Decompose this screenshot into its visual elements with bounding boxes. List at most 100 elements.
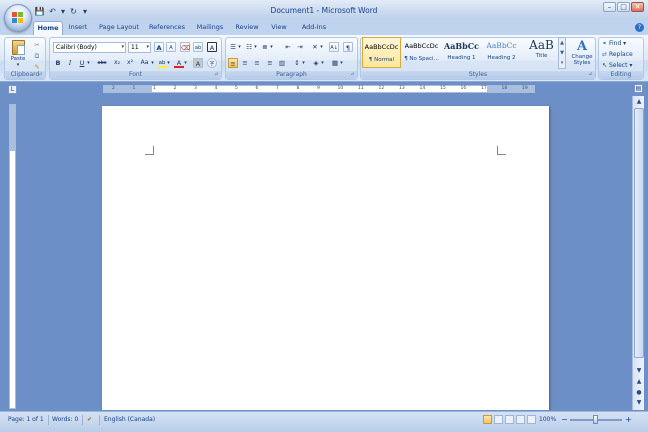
clipboard-group: Paste ▾ ✂ ⧉ ✎ Clipboard ⊿ bbox=[4, 37, 46, 80]
horizontal-ruler[interactable]: 2 1 1 2 3 4 5 6 7 8 9 10 11 12 13 14 15 16 17 18 19 bbox=[103, 85, 535, 93]
gallery-up-icon[interactable]: ▲ bbox=[559, 38, 565, 48]
help-icon[interactable]: ? bbox=[635, 23, 644, 32]
status-separator bbox=[99, 415, 100, 425]
replace-button[interactable]: ⇄ Replace bbox=[602, 51, 633, 58]
bullets-dropdown-icon[interactable]: ▾ bbox=[237, 42, 242, 52]
full-screen-reading-button[interactable] bbox=[494, 415, 503, 424]
center-button[interactable]: ≡ bbox=[240, 58, 250, 68]
asian-layout-dropdown-icon[interactable]: ▾ bbox=[319, 42, 324, 52]
scroll-up-icon[interactable]: ▲ bbox=[634, 97, 644, 107]
increase-indent-button[interactable]: ⇥ bbox=[295, 42, 305, 52]
paragraph-launcher-icon[interactable]: ⊿ bbox=[350, 72, 356, 78]
page-count[interactable]: Page: 1 of 1 bbox=[8, 416, 44, 423]
style-heading-2[interactable]: AaBbCc Heading 2 bbox=[482, 37, 521, 68]
font-size-select[interactable]: 11 ▾ bbox=[128, 42, 151, 53]
font-launcher-icon[interactable]: ⊿ bbox=[214, 72, 220, 78]
draft-view-button[interactable] bbox=[527, 415, 536, 424]
tab-insert[interactable]: Insert bbox=[64, 21, 92, 35]
styles-launcher-icon[interactable]: ⊿ bbox=[588, 72, 594, 78]
phonetic-guide-button[interactable]: ab bbox=[193, 42, 203, 52]
underline-dropdown-icon[interactable]: ▾ bbox=[86, 58, 91, 68]
grow-font-button[interactable]: A bbox=[154, 42, 164, 52]
vertical-ruler[interactable] bbox=[9, 104, 16, 409]
sort-button[interactable]: A↓ bbox=[329, 42, 339, 52]
shrink-font-button[interactable]: A bbox=[166, 42, 176, 52]
bold-button[interactable]: B bbox=[53, 58, 63, 68]
zoom-out-button[interactable]: − bbox=[561, 415, 568, 424]
paste-button[interactable]: Paste ▾ bbox=[8, 40, 28, 71]
shading-dropdown-icon[interactable]: ▾ bbox=[320, 58, 325, 68]
justify-button[interactable]: ≡ bbox=[265, 58, 275, 68]
ruler-tick-label: 1 bbox=[132, 86, 136, 91]
proofing-icon[interactable]: ✔ bbox=[87, 416, 92, 423]
tab-review[interactable]: Review bbox=[232, 21, 262, 35]
change-case-dropdown-icon[interactable]: ▾ bbox=[150, 58, 155, 68]
line-spacing-dropdown-icon[interactable]: ▾ bbox=[301, 58, 306, 68]
align-left-button[interactable]: ≡ bbox=[228, 58, 238, 68]
clipboard-launcher-icon[interactable]: ⊿ bbox=[38, 72, 44, 78]
highlight-dropdown-icon[interactable]: ▾ bbox=[166, 58, 171, 68]
view-ruler-icon[interactable]: ▤ bbox=[634, 84, 643, 93]
strikethrough-button[interactable]: abc bbox=[95, 58, 109, 68]
select-browse-object-icon[interactable]: ● bbox=[634, 388, 644, 398]
tab-page-layout[interactable]: Page Layout bbox=[96, 21, 142, 35]
status-separator bbox=[82, 415, 83, 425]
style-normal[interactable]: AaBbCcDc ¶ Normal bbox=[362, 37, 401, 68]
style-no-spacing[interactable]: AaBbCcDc ¶ No Spaci... bbox=[402, 37, 441, 68]
style-title[interactable]: AaB Title bbox=[522, 37, 561, 68]
next-page-icon[interactable]: ▼ bbox=[634, 398, 644, 408]
tab-home[interactable]: Home bbox=[33, 21, 63, 35]
tab-mailings[interactable]: Mailings bbox=[192, 21, 228, 35]
show-formatting-button[interactable]: ¶ bbox=[343, 42, 353, 52]
scroll-thumb[interactable] bbox=[634, 108, 644, 358]
previous-page-icon[interactable]: ▲ bbox=[634, 377, 644, 387]
zoom-level[interactable]: 100% bbox=[539, 416, 556, 423]
tab-add-ins[interactable]: Add-Ins bbox=[297, 21, 331, 35]
subscript-button[interactable]: x₂ bbox=[112, 58, 122, 68]
change-styles-button[interactable]: A Change Styles bbox=[569, 39, 595, 72]
close-button[interactable]: ✕ bbox=[631, 2, 644, 12]
ruler-tick-label: 11 bbox=[358, 86, 364, 91]
decrease-indent-button[interactable]: ⇤ bbox=[283, 42, 293, 52]
zoom-slider-thumb[interactable] bbox=[593, 415, 598, 424]
gallery-more-icon[interactable]: ▾ bbox=[559, 58, 565, 68]
tab-references[interactable]: References bbox=[146, 21, 188, 35]
language[interactable]: English (Canada) bbox=[104, 416, 155, 423]
print-layout-view-button[interactable] bbox=[483, 415, 492, 424]
zoom-in-button[interactable]: + bbox=[625, 415, 632, 424]
italic-button[interactable]: I bbox=[65, 58, 75, 68]
clear-formatting-button[interactable]: ⌫ bbox=[180, 42, 190, 52]
web-layout-button[interactable] bbox=[505, 415, 514, 424]
tab-view[interactable]: View bbox=[266, 21, 292, 35]
borders-dropdown-icon[interactable]: ▾ bbox=[339, 58, 344, 68]
superscript-button[interactable]: x² bbox=[125, 58, 135, 68]
distributed-button[interactable]: ▥ bbox=[277, 58, 287, 68]
vertical-scrollbar[interactable]: ▲ ▼ ▲ ● ▼ bbox=[632, 96, 644, 410]
select-button[interactable]: ↖ Select ▾ bbox=[602, 62, 632, 69]
scroll-down-icon[interactable]: ▼ bbox=[634, 366, 644, 376]
minimize-button[interactable]: – bbox=[603, 2, 616, 12]
character-border-button[interactable]: A bbox=[207, 42, 217, 52]
ruler-tick-label: 12 bbox=[378, 86, 385, 91]
copy-icon[interactable]: ⧉ bbox=[32, 51, 42, 61]
font-color-dropdown-icon[interactable]: ▾ bbox=[183, 58, 188, 68]
editing-group: ⚭ Find ▾ ⇄ Replace ↖ Select ▾ Editing bbox=[598, 37, 644, 80]
cut-icon[interactable]: ✂ bbox=[32, 40, 42, 50]
find-button[interactable]: ⚭ Find ▾ bbox=[602, 40, 626, 47]
style-gallery-scroll[interactable]: ▲ ▼ ▾ bbox=[558, 37, 566, 69]
document-page[interactable] bbox=[102, 106, 549, 410]
enclose-characters-button[interactable]: 字 bbox=[207, 58, 217, 68]
multilevel-dropdown-icon[interactable]: ▾ bbox=[269, 42, 274, 52]
style-heading-1[interactable]: AaBbCc Heading 1 bbox=[442, 37, 481, 68]
font-family-select[interactable]: Calibri (Body) ▾ bbox=[53, 42, 126, 53]
align-right-button[interactable]: ≡ bbox=[252, 58, 262, 68]
maximize-button[interactable]: □ bbox=[617, 2, 630, 12]
outline-view-button[interactable] bbox=[516, 415, 525, 424]
find-label: Find bbox=[608, 40, 622, 47]
character-shading-button[interactable]: A bbox=[193, 58, 203, 68]
word-count[interactable]: Words: 0 bbox=[52, 416, 78, 423]
numbering-dropdown-icon[interactable]: ▾ bbox=[253, 42, 258, 52]
gallery-down-icon[interactable]: ▼ bbox=[559, 48, 565, 58]
office-button[interactable] bbox=[4, 4, 32, 32]
tab-selector[interactable]: L bbox=[8, 85, 17, 94]
